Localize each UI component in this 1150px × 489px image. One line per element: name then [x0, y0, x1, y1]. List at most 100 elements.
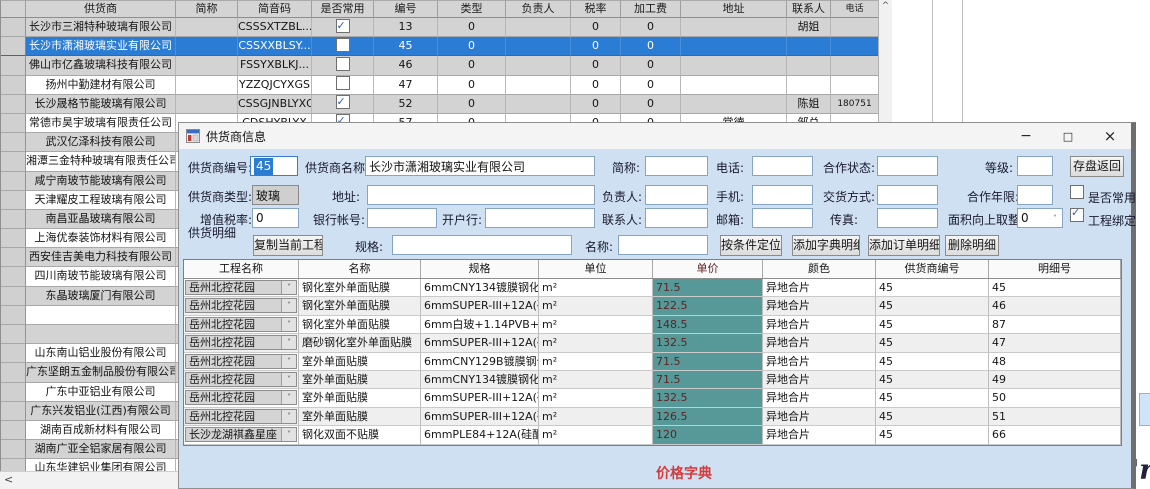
column-header[interactable]: 地址	[681, 1, 787, 18]
table-row[interactable]: 岳州北控花园 ˅ 磨砂钢化室外单面贴膜 6mmSUPER-III+12A(硅..…	[184, 334, 1121, 352]
add-dict-detail-button[interactable]: 添加字典明细	[792, 235, 860, 256]
maximize-button[interactable]: □	[1047, 123, 1089, 149]
row-header-cell[interactable]	[1, 306, 26, 325]
locate-by-condition-button[interactable]: 按条件定位	[720, 235, 782, 256]
project-combobox[interactable]: 岳州北控花园 ˅	[185, 335, 297, 350]
table-row[interactable]: 佛山市亿鑫玻璃科技有限公司 FSSYXBLKJ... 46 0 0 0	[1, 56, 891, 75]
row-header-cell[interactable]	[1, 95, 26, 114]
common-checkbox[interactable]	[336, 76, 350, 90]
row-header-cell[interactable]	[1, 114, 26, 133]
column-header[interactable]: 简音码	[238, 1, 312, 18]
contact-input[interactable]	[645, 208, 708, 228]
row-header-cell[interactable]	[1, 172, 26, 191]
table-row[interactable]: 岳州北控花园 ˅ 室外单面贴膜 6mmCNY134镀膜钢化 m² 71.5 异地…	[184, 371, 1121, 389]
row-header-cell[interactable]	[1, 18, 26, 37]
common-checkbox[interactable]	[336, 19, 350, 33]
fax-input[interactable]	[877, 208, 938, 228]
row-header-cell[interactable]	[1, 421, 26, 440]
common-checkbox[interactable]	[336, 38, 350, 52]
column-header[interactable]: 工程名称	[184, 260, 299, 278]
delete-detail-button[interactable]: 删除明细	[945, 235, 999, 256]
phone-input[interactable]	[752, 156, 813, 176]
project-combobox[interactable]: 岳州北控花园 ˅	[185, 409, 297, 424]
column-header[interactable]: 明细号	[989, 260, 1121, 278]
row-header-cell[interactable]	[1, 76, 26, 95]
row-header-cell[interactable]	[1, 287, 26, 306]
abbr-input[interactable]	[645, 156, 708, 176]
supplier-id-input[interactable]: 45	[250, 156, 298, 176]
column-header[interactable]: 颜色	[763, 260, 876, 278]
delivery-input[interactable]	[877, 185, 938, 205]
column-header[interactable]: 电话	[831, 1, 879, 18]
table-row[interactable]: 岳州北控花园 ˅ 钢化室外单面贴膜 6mmSUPER-III+12A(硅... …	[184, 297, 1121, 315]
project-combobox[interactable]: 岳州北控花园 ˅	[185, 372, 297, 387]
mobile-input[interactable]	[752, 185, 813, 205]
table-row[interactable]: 岳州北控花园 ˅ 室外单面贴膜 6mmSUPER-III+12A(硅... m²…	[184, 408, 1121, 426]
table-row[interactable]: 长沙晟格节能玻璃有限公司 CSSGJNBLYXGS 52 0 0 0 陈姐 18…	[1, 95, 891, 114]
project-combobox[interactable]: 岳州北控花园 ˅	[185, 298, 297, 313]
column-header[interactable]: 加工费	[621, 1, 681, 18]
supplier-type-input[interactable]	[252, 185, 299, 205]
manager-input[interactable]	[645, 185, 708, 205]
common-checkbox[interactable]	[336, 57, 350, 71]
row-header-cell[interactable]	[1, 152, 26, 171]
spec-filter-input[interactable]	[392, 235, 572, 255]
grade-input[interactable]	[1017, 156, 1053, 176]
scroll-up-arrow[interactable]: ^	[879, 0, 892, 13]
project-combobox[interactable]: 岳州北控花园 ˅	[185, 317, 297, 332]
project-combobox[interactable]: 岳州北控花园 ˅	[185, 354, 297, 369]
table-row[interactable]: 长沙龙湖祺鑫星座 ˅ 钢化双面不贴膜 6mmPLE84+12A(硅酮胶... m…	[184, 426, 1121, 444]
name-filter-input[interactable]	[618, 235, 708, 255]
add-order-detail-button[interactable]: 添加订单明细	[868, 235, 940, 256]
column-header[interactable]: 规格	[421, 260, 539, 278]
row-header-cell[interactable]	[1, 229, 26, 248]
coop-status-input[interactable]	[877, 156, 938, 176]
email-input[interactable]	[752, 208, 813, 228]
coop-years-input[interactable]	[1017, 185, 1053, 205]
column-header[interactable]: 供货商	[26, 1, 176, 18]
address-input[interactable]	[367, 185, 595, 205]
supplier-name-input[interactable]	[365, 156, 595, 176]
scroll-left-arrow[interactable]: <	[4, 473, 13, 486]
table-row[interactable]: 岳州北控花园 ˅ 钢化室外单面贴膜 6mm白玻+1.14PVB+6mm... m…	[184, 316, 1121, 334]
row-header-cell[interactable]	[1, 325, 26, 344]
row-header-cell[interactable]	[1, 440, 26, 459]
column-header[interactable]: 类型	[438, 1, 506, 18]
close-button[interactable]: ×	[1089, 123, 1131, 149]
column-header[interactable]: 是否常用	[312, 1, 374, 18]
table-row[interactable]: 扬州中勤建材有限公司 YZZQJCYXGS 47 0 0 0	[1, 76, 891, 95]
bank-name-input[interactable]	[485, 208, 595, 228]
column-header[interactable]: 负责人	[506, 1, 571, 18]
row-header-cell[interactable]	[1, 248, 26, 267]
column-header[interactable]: 供货商编号	[876, 260, 989, 278]
area-round-up-select[interactable]: 0 ˅	[1017, 208, 1063, 228]
table-row[interactable]: 岳州北控花园 ˅ 钢化室外单面贴膜 6mmCNY134镀膜钢化 m² 71.5 …	[184, 279, 1121, 297]
project-combobox[interactable]: 岳州北控花园 ˅	[185, 280, 297, 295]
copy-current-project-button[interactable]: 复制当前工程	[253, 235, 323, 256]
column-header[interactable]: 简称	[176, 1, 238, 18]
column-header[interactable]: 名称	[299, 260, 421, 278]
row-header-cell[interactable]	[1, 56, 26, 75]
horizontal-scrollbar[interactable]: <	[0, 471, 178, 489]
dialog-titlebar[interactable]: 供货商信息 − □ ×	[179, 123, 1131, 150]
table-row[interactable]: 岳州北控花园 ˅ 室外单面贴膜 6mmSUPER-III+12A(硅... m²…	[184, 389, 1121, 407]
row-header-cell[interactable]	[1, 383, 26, 402]
project-combobox[interactable]: 岳州北控花园 ˅	[185, 390, 297, 405]
table-row[interactable]: 长沙市潇湘玻璃实业有限公司 CSSXXBLSY... 45 0 0 0	[1, 37, 891, 56]
column-header[interactable]: 联系人	[787, 1, 831, 18]
row-header-cell[interactable]	[1, 37, 26, 56]
row-header-cell[interactable]	[1, 191, 26, 210]
project-bind-checkbox[interactable]	[1070, 208, 1084, 222]
column-header[interactable]: 单位	[539, 260, 653, 278]
table-row[interactable]: 岳州北控花园 ˅ 室外单面贴膜 6mmCNY129B镀膜钢化 m² 71.5 异…	[184, 353, 1121, 371]
table-row[interactable]: 长沙市三湘特种玻璃有限公司 CSSSXTZBL... 13 0 0 0 胡姐	[1, 18, 891, 37]
column-header[interactable]: 税率	[571, 1, 621, 18]
row-header-cell[interactable]	[1, 267, 26, 286]
often-used-checkbox[interactable]	[1070, 185, 1084, 199]
row-header-cell[interactable]	[1, 402, 26, 421]
row-header-cell[interactable]	[1, 210, 26, 229]
vat-rate-input[interactable]	[252, 208, 299, 228]
save-return-button[interactable]: 存盘返回	[1070, 156, 1124, 177]
common-checkbox[interactable]	[336, 95, 350, 109]
column-header[interactable]: 单价	[653, 260, 763, 278]
